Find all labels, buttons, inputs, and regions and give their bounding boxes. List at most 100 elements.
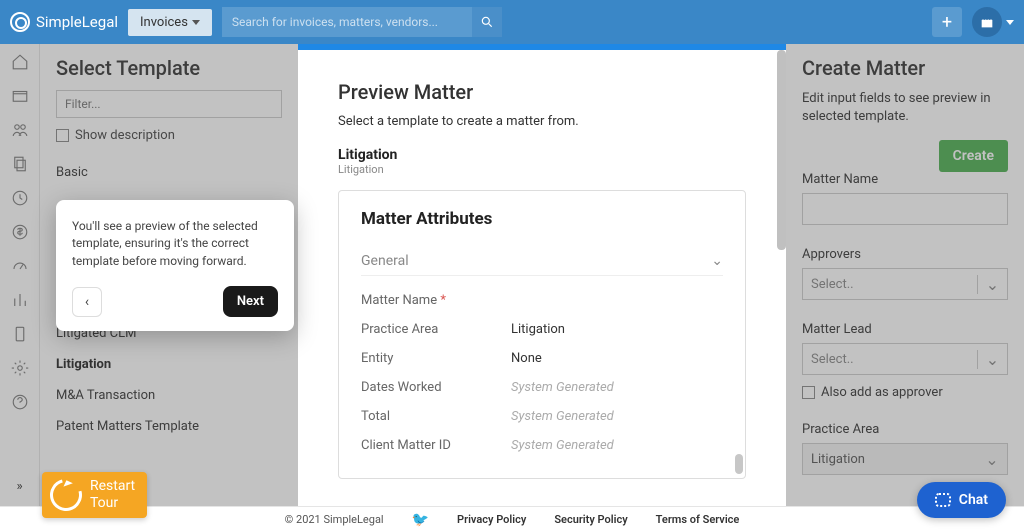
footer-link-security[interactable]: Security Policy (554, 513, 627, 526)
attribute-row: EntityNone (361, 344, 723, 373)
tour-popover: You'll see a preview of the selected tem… (56, 200, 294, 331)
template-item[interactable]: Litigation (56, 349, 282, 380)
matter-lead-select[interactable]: Select.. ⌄ (802, 343, 1008, 375)
show-description-label: Show description (75, 128, 175, 143)
attribute-label: Dates Worked (361, 380, 511, 395)
restart-tour-line2: Tour (90, 495, 135, 512)
chat-label: Chat (959, 492, 988, 508)
side-nav: » (0, 44, 40, 506)
attribute-row: Dates WorkedSystem Generated (361, 373, 723, 402)
restart-tour-button[interactable]: Restart Tour (42, 472, 147, 518)
attribute-value: System Generated (511, 380, 614, 395)
create-button[interactable]: Create (939, 140, 1008, 172)
matter-attributes-card: Matter Attributes General ⌄ Matter Name … (338, 190, 746, 479)
footer-link-terms[interactable]: Terms of Service (656, 513, 740, 526)
chat-icon (935, 493, 951, 507)
preview-matter-subtitle: Select a template to create a matter fro… (338, 114, 746, 129)
template-item[interactable]: M&A Transaction (56, 380, 282, 411)
attribute-row: TotalSystem Generated (361, 402, 723, 431)
chevron-down-icon: ⌄ (977, 350, 1007, 369)
matter-name-input[interactable] (802, 193, 1008, 225)
topbar-right: + (932, 7, 1014, 37)
preview-matter-title: Preview Matter (338, 80, 746, 104)
search-wrapper (222, 7, 502, 37)
checkbox-icon (56, 129, 69, 142)
attribute-value: System Generated (511, 409, 614, 424)
attribute-row: Client Matter IDSystem Generated (361, 431, 723, 460)
clock-icon[interactable] (10, 188, 30, 208)
chevron-down-icon (192, 20, 200, 25)
attribute-label: Matter Name * (361, 293, 511, 308)
footer-copyright: © 2021 SimpleLegal (285, 513, 384, 526)
template-section-name: Litigation (338, 147, 746, 163)
template-filter-input[interactable] (56, 90, 282, 118)
attribute-label: Practice Area (361, 322, 511, 337)
scrollbar[interactable] (777, 50, 786, 250)
search-icon (480, 15, 494, 29)
attribute-list: Matter Name *Practice AreaLitigationEnti… (361, 286, 723, 460)
chevron-down-icon: ⌄ (711, 253, 723, 269)
general-section-toggle[interactable]: General ⌄ (361, 247, 723, 276)
user-avatar[interactable] (972, 7, 1002, 37)
practice-area-value: Litigation (803, 452, 977, 467)
chevron-down-icon: ⌄ (977, 450, 1007, 469)
gauge-icon[interactable] (10, 256, 30, 276)
footer: © 2021 SimpleLegal 🐦 Privacy Policy Secu… (0, 506, 1024, 532)
attribute-value: None (511, 351, 542, 366)
practice-area-select[interactable]: Litigation ⌄ (802, 443, 1008, 475)
search-button[interactable] (472, 7, 502, 37)
dropdown-label: Invoices (140, 15, 188, 30)
expand-nav-icon[interactable]: » (10, 476, 30, 496)
general-label: General (361, 253, 409, 269)
chart-icon[interactable] (10, 290, 30, 310)
dollar-icon[interactable] (10, 222, 30, 242)
template-item[interactable]: Patent Matters Template (56, 411, 282, 442)
tour-text: You'll see a preview of the selected tem… (72, 218, 278, 270)
twitter-icon[interactable]: 🐦 (412, 512, 429, 528)
copy-icon[interactable] (10, 154, 30, 174)
checkbox-icon (802, 386, 815, 399)
chevron-down-icon[interactable] (1006, 20, 1014, 25)
folder-icon[interactable] (10, 86, 30, 106)
castle-icon (979, 14, 995, 30)
attribute-label: Total (361, 409, 511, 424)
select-template-title: Select Template (56, 56, 282, 80)
matter-lead-label: Matter Lead (802, 322, 1008, 337)
gear-icon[interactable] (10, 358, 30, 378)
scrollbar[interactable] (735, 454, 743, 474)
attribute-value: System Generated (511, 438, 614, 453)
home-icon[interactable] (10, 52, 30, 72)
create-matter-panel: Create Matter Edit input fields to see p… (786, 44, 1024, 506)
also-add-label: Also add as approver (821, 385, 943, 400)
create-matter-title: Create Matter (802, 56, 1008, 80)
add-button[interactable]: + (932, 7, 962, 37)
aperture-icon (10, 12, 30, 32)
template-section-sub: Litigation (338, 163, 746, 176)
refresh-icon (44, 473, 88, 517)
template-item[interactable]: Basic (56, 157, 282, 188)
tour-back-button[interactable]: ‹ (72, 287, 102, 317)
footer-link-privacy[interactable]: Privacy Policy (457, 513, 526, 526)
show-description-checkbox[interactable]: Show description (56, 128, 282, 143)
device-icon[interactable] (10, 324, 30, 344)
brand-name: SimpleLegal (36, 13, 118, 31)
topbar: SimpleLegal Invoices + (0, 0, 1024, 44)
attribute-value: Litigation (511, 322, 565, 337)
matter-lead-value: Select.. (803, 352, 977, 367)
people-icon[interactable] (10, 120, 30, 140)
preview-matter-panel: Preview Matter Select a template to crea… (298, 44, 786, 506)
attribute-row: Practice AreaLitigation (361, 315, 723, 344)
approvers-label: Approvers (802, 247, 1008, 262)
chat-button[interactable]: Chat (917, 482, 1006, 518)
attribute-label: Entity (361, 351, 511, 366)
brand-logo[interactable]: SimpleLegal (10, 12, 118, 32)
approvers-select[interactable]: Select.. ⌄ (802, 268, 1008, 300)
also-add-approver-checkbox[interactable]: Also add as approver (802, 385, 1008, 400)
help-icon[interactable] (10, 392, 30, 412)
create-matter-subtitle: Edit input fields to see preview in sele… (802, 90, 1008, 126)
tour-next-button[interactable]: Next (223, 286, 278, 317)
search-input[interactable] (222, 7, 472, 37)
attribute-row: Matter Name * (361, 286, 723, 315)
restart-tour-line1: Restart (90, 478, 135, 495)
search-context-dropdown[interactable]: Invoices (128, 9, 212, 36)
